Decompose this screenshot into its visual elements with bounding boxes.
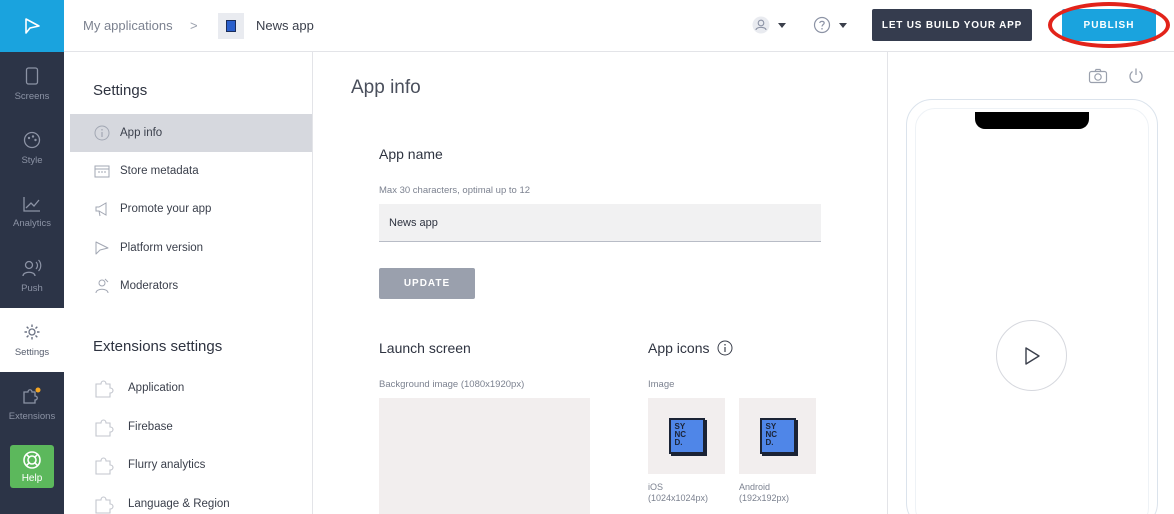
- puzzle-icon: [23, 387, 41, 404]
- rail-item-extensions[interactable]: Extensions: [0, 372, 64, 436]
- help-menu[interactable]: [813, 16, 847, 34]
- puzzle-icon: [95, 496, 114, 514]
- nav-item-moderators[interactable]: Moderators: [70, 267, 312, 305]
- let-us-build-button[interactable]: LET US BUILD YOUR APP: [872, 9, 1032, 41]
- nav-item-label: Platform version: [120, 242, 204, 254]
- rail-item-push[interactable]: Push: [0, 244, 64, 308]
- nav-item-store-metadata[interactable]: Store metadata: [70, 152, 312, 190]
- rail-item-analytics[interactable]: Analytics: [0, 180, 64, 244]
- puzzle-icon: [95, 419, 114, 437]
- account-menu[interactable]: [752, 16, 786, 34]
- play-icon: [1024, 346, 1040, 365]
- app-thumbnail: [218, 13, 244, 39]
- syncd-logo: SY NC D.: [759, 418, 796, 454]
- lifebuoy-icon: [23, 450, 41, 469]
- nav-item-platform-version[interactable]: Platform version: [70, 229, 312, 267]
- settings-heading: Settings: [93, 82, 148, 99]
- extension-item-firebase[interactable]: Firebase: [94, 417, 173, 437]
- syncd-logo: SY NC D.: [668, 418, 705, 454]
- settings-sidebar: Settings App info Store metadata Promote…: [64, 52, 313, 514]
- app-icons-heading-label: App icons: [648, 340, 710, 356]
- launch-screen-hint: Background image (1080x1920px): [379, 379, 525, 390]
- page-title: App info: [351, 77, 421, 98]
- nav-item-label: Moderators: [120, 280, 179, 292]
- moderators-icon: [95, 278, 109, 294]
- app-name-heading: App name: [379, 146, 443, 162]
- rail-label: Analytics: [12, 217, 51, 229]
- breadcrumb-app-name: News app: [256, 18, 314, 33]
- push-icon: [22, 259, 42, 276]
- extensions-heading: Extensions settings: [93, 338, 223, 355]
- puzzle-icon: [95, 380, 114, 398]
- rail-label: Style: [21, 154, 43, 166]
- launch-background-dropzone[interactable]: [379, 398, 590, 514]
- platform-icon: [95, 241, 109, 255]
- ios-icon-label: iOS (1024x1024px): [648, 482, 709, 503]
- store-icon: [94, 165, 110, 178]
- help-label: Help: [21, 472, 43, 484]
- nav-item-label: Promote your app: [120, 203, 212, 215]
- camera-icon[interactable]: [1088, 68, 1108, 84]
- logo-icon: [25, 18, 40, 34]
- app-icons-heading: App icons: [648, 340, 733, 356]
- extension-item-language[interactable]: Language & Region: [94, 494, 230, 514]
- android-icon-tile[interactable]: SY NC D.: [739, 398, 816, 474]
- launch-screen-heading: Launch screen: [379, 340, 471, 356]
- nav-item-promote[interactable]: Promote your app: [70, 190, 312, 228]
- extension-item-application[interactable]: Application: [94, 378, 184, 398]
- phone-icon: [25, 66, 39, 85]
- chevron-down-icon: [778, 22, 786, 28]
- publish-button[interactable]: PUBLISH: [1062, 9, 1156, 41]
- phone-screen: [915, 108, 1149, 514]
- phone-notch: [975, 112, 1089, 129]
- megaphone-icon: [95, 202, 107, 217]
- app-name-hint: Max 30 characters, optimal up to 12: [379, 185, 531, 196]
- extension-label: Application: [128, 382, 185, 394]
- user-icon: [752, 16, 770, 34]
- app-logo[interactable]: [0, 0, 64, 52]
- breadcrumb-my-applications[interactable]: My applications: [83, 18, 173, 33]
- breadcrumb-separator: >: [190, 18, 198, 33]
- extension-label: Language & Region: [128, 498, 230, 510]
- phone-preview: [906, 99, 1158, 514]
- rail-label: Settings: [14, 346, 50, 358]
- help-button[interactable]: Help: [10, 445, 54, 488]
- palette-icon: [23, 131, 41, 148]
- app-icons-hint: Image: [648, 379, 675, 390]
- ios-icon-tile[interactable]: SY NC D.: [648, 398, 725, 474]
- extension-item-flurry[interactable]: Flurry analytics: [94, 455, 205, 475]
- rail-label: Screens: [14, 90, 50, 102]
- rail-item-screens[interactable]: Screens: [0, 52, 64, 116]
- gear-icon: [24, 324, 40, 339]
- rail-item-settings[interactable]: Settings: [0, 308, 64, 372]
- nav-item-app-info[interactable]: App info: [70, 114, 312, 152]
- puzzle-icon: [95, 457, 114, 475]
- question-icon: [813, 16, 831, 34]
- rail-label: Push: [21, 282, 43, 294]
- nav-item-label: App info: [120, 127, 163, 139]
- rail-item-style[interactable]: Style: [0, 116, 64, 180]
- chevron-down-icon: [839, 22, 847, 28]
- top-bar: My applications > News app LET US BUILD …: [64, 0, 1174, 52]
- power-icon[interactable]: [1127, 67, 1145, 85]
- extension-label: Flurry analytics: [128, 459, 206, 471]
- rail-label: Extensions: [8, 410, 56, 422]
- play-button[interactable]: [996, 320, 1067, 391]
- left-rail: Screens Style Analytics Push Settings Ex…: [0, 0, 64, 514]
- app-name-input[interactable]: [379, 204, 821, 242]
- info-icon: [94, 125, 110, 141]
- nav-item-label: Store metadata: [120, 165, 199, 177]
- info-icon[interactable]: [717, 340, 733, 356]
- extension-label: Firebase: [128, 421, 173, 433]
- chart-icon: [23, 196, 40, 212]
- update-button[interactable]: UPDATE: [379, 268, 475, 299]
- android-icon-label: Android (192x192px): [739, 482, 790, 503]
